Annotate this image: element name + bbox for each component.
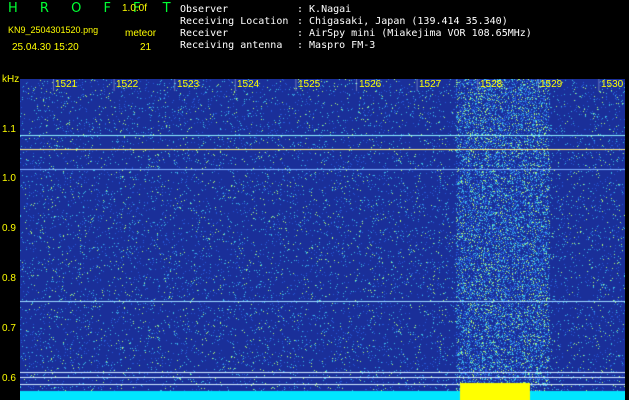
minute-label: 1526 <box>359 79 382 90</box>
minute-label: 1528 <box>480 79 503 90</box>
datetime-label: 25.04.30 15:20 <box>12 42 79 53</box>
minute-label: 1525 <box>298 79 321 90</box>
location-value: : Chigasaki, Japan (139.414 35.340) <box>297 16 508 27</box>
receiver-value: : AirSpy mini (Miakejima VOR 108.65MHz) <box>297 28 532 39</box>
y-tick-label: 1.1 <box>2 124 16 135</box>
minute-label: 1523 <box>177 79 200 90</box>
spectrogram-plot <box>20 79 625 400</box>
spectrogram-canvas <box>20 79 625 400</box>
minute-label: 1530 <box>601 79 624 90</box>
minute-axis: 1521 1522 1523 1524 1525 1526 1527 1528 … <box>20 79 625 92</box>
minute-label: 1522 <box>116 79 139 90</box>
receiver-label: Receiver <box>180 28 229 39</box>
location-label: Receiving Location <box>180 16 289 27</box>
version-label: 1.0.0f <box>122 3 148 14</box>
y-tick-label: 0.7 <box>2 323 16 334</box>
y-tick-label: 1.0 <box>2 173 16 184</box>
observer-label: Observer <box>180 4 229 15</box>
minute-label: 1529 <box>540 79 563 90</box>
meteor-count: 21 <box>140 42 152 53</box>
app-logo: H R O F F T <box>8 1 180 16</box>
y-tick-label: 0.8 <box>2 273 16 284</box>
minute-label: 1524 <box>237 79 260 90</box>
antenna-label: Receiving antenna <box>180 40 283 51</box>
y-axis-unit: kHz <box>2 74 20 85</box>
minute-label: 1521 <box>55 79 78 90</box>
filename-label: KN9_2504301520.png <box>8 25 99 35</box>
observer-value: : K.Nagai <box>297 4 352 15</box>
meteor-label: meteor <box>125 28 157 39</box>
y-tick-label: 0.6 <box>2 373 16 384</box>
y-tick-label: 0.9 <box>2 223 16 234</box>
minute-label: 1527 <box>419 79 442 90</box>
antenna-value: : Maspro FM-3 <box>297 40 376 51</box>
